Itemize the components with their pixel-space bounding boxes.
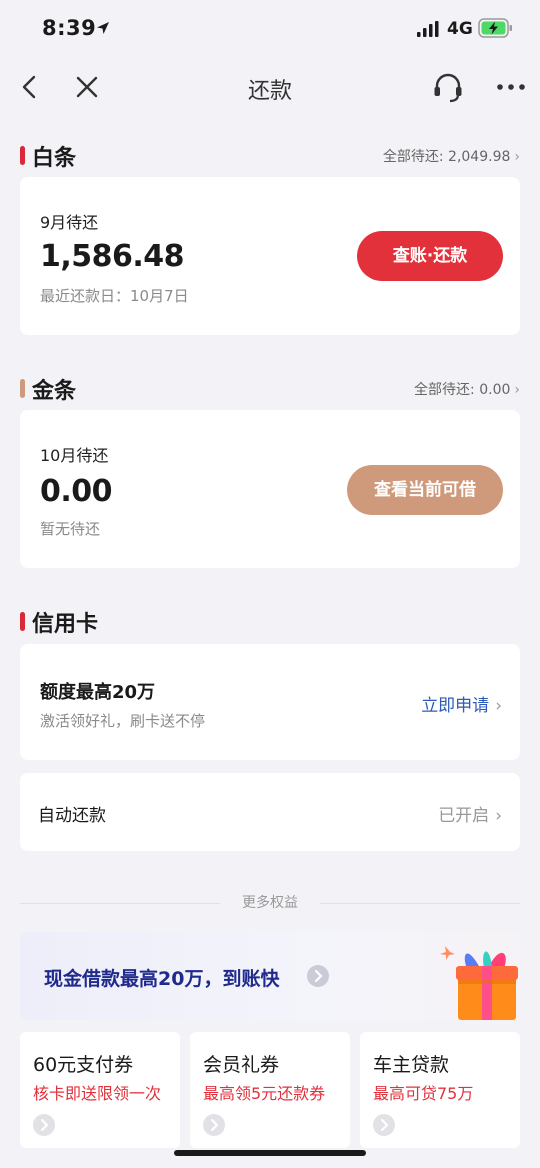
apply-now-label: 立即申请 bbox=[421, 696, 490, 716]
jintiao-card: 10月待还 0.00 暂无待还 查看当前可借 bbox=[20, 410, 520, 568]
baitiao-card: 9月待还 1,586.48 最近还款日：10月7日 查账·还款 bbox=[20, 177, 520, 335]
credit-card-offer-card[interactable]: 额度最高20万 激活领好礼，刷卡送不停 立即申请 › bbox=[20, 644, 520, 760]
jintiao-title: 金条 bbox=[32, 379, 77, 404]
baitiao-header: 白条 全部待还: 2,049.98 › bbox=[20, 140, 520, 171]
chevron-right-icon: › bbox=[514, 149, 520, 165]
baitiao-amount: 1,586.48 bbox=[40, 239, 185, 274]
view-bill-repay-button[interactable]: 查账·还款 bbox=[357, 231, 503, 281]
auto-repay-label: 自动还款 bbox=[38, 806, 106, 826]
customer-service-icon[interactable] bbox=[430, 70, 466, 106]
chevron-right-icon: › bbox=[495, 696, 502, 716]
status-time: 8:39 bbox=[42, 16, 97, 40]
chevron-right-icon: › bbox=[514, 382, 520, 398]
section-accent-bar bbox=[20, 146, 25, 165]
home-indicator[interactable] bbox=[174, 1150, 366, 1156]
credit-card-title: 信用卡 bbox=[32, 612, 99, 637]
more-benefits-label: 更多权益 bbox=[242, 895, 298, 911]
tile-title: 60元支付券 bbox=[33, 1054, 134, 1076]
tile-arrow-icon bbox=[203, 1114, 225, 1136]
baitiao-total: 全部待还: 2,049.98 bbox=[382, 149, 511, 165]
baitiao-due-date: 最近还款日：10月7日 bbox=[40, 287, 189, 305]
jintiao-total: 全部待还: 0.00 bbox=[414, 382, 511, 398]
cash-loan-banner[interactable]: 现金借款最高20万，到账快 bbox=[20, 932, 520, 1020]
status-bar: 8:39 4G bbox=[0, 0, 540, 60]
auto-repay-status: 已开启 › bbox=[438, 801, 502, 826]
baitiao-total-link[interactable]: 全部待还: 2,049.98 › bbox=[383, 146, 520, 166]
banner-arrow-icon bbox=[307, 965, 329, 987]
jintiao-total-link[interactable]: 全部待还: 0.00 › bbox=[414, 379, 520, 399]
tile-arrow-icon bbox=[33, 1114, 55, 1136]
section-accent-bar bbox=[20, 379, 25, 398]
tile-subtitle: 最高领5元还款券 bbox=[203, 1084, 326, 1103]
more-benefits-divider: 更多权益 bbox=[20, 892, 520, 914]
location-arrow-icon bbox=[96, 20, 110, 39]
credit-card-offer-subtitle: 激活领好礼，刷卡送不停 bbox=[40, 712, 206, 730]
gift-box-icon bbox=[410, 938, 520, 1020]
tile-arrow-icon bbox=[373, 1114, 395, 1136]
auto-repay-row[interactable]: 自动还款 已开启 › bbox=[20, 773, 520, 851]
benefit-tile-payment-coupon[interactable]: 60元支付券 核卡即送限领一次 bbox=[20, 1032, 180, 1148]
benefit-tile-car-loan[interactable]: 车主贷款 最高可贷75万 bbox=[360, 1032, 520, 1148]
baitiao-title: 白条 bbox=[32, 146, 77, 171]
banner-text: 现金借款最高20万，到账快 bbox=[44, 968, 280, 990]
cellular-signal-icon bbox=[417, 21, 439, 41]
jintiao-status: 暂无待还 bbox=[40, 520, 101, 538]
tile-subtitle: 最高可贷75万 bbox=[373, 1084, 474, 1103]
more-icon[interactable] bbox=[494, 74, 528, 100]
jintiao-amount: 0.00 bbox=[40, 474, 113, 509]
section-accent-bar bbox=[20, 612, 25, 631]
auto-repay-status-text: 已开启 bbox=[438, 806, 490, 826]
network-type: 4G bbox=[447, 19, 473, 39]
tile-title: 车主贷款 bbox=[373, 1054, 450, 1076]
jintiao-month-label: 10月待还 bbox=[40, 446, 109, 465]
check-available-loan-button[interactable]: 查看当前可借 bbox=[347, 465, 503, 515]
benefit-tile-member-coupon[interactable]: 会员礼券 最高领5元还款券 bbox=[190, 1032, 350, 1148]
tile-title: 会员礼券 bbox=[203, 1054, 280, 1076]
nav-bar: 还款 bbox=[0, 60, 540, 116]
tile-subtitle: 核卡即送限领一次 bbox=[33, 1084, 162, 1103]
battery-charging-icon bbox=[478, 18, 514, 42]
apply-now-link[interactable]: 立即申请 › bbox=[421, 691, 502, 716]
credit-card-header: 信用卡 bbox=[20, 606, 520, 637]
credit-card-offer-title: 额度最高20万 bbox=[40, 682, 156, 703]
chevron-right-icon: › bbox=[495, 806, 502, 826]
baitiao-month-label: 9月待还 bbox=[40, 213, 99, 232]
jintiao-header: 金条 全部待还: 0.00 › bbox=[20, 373, 520, 404]
